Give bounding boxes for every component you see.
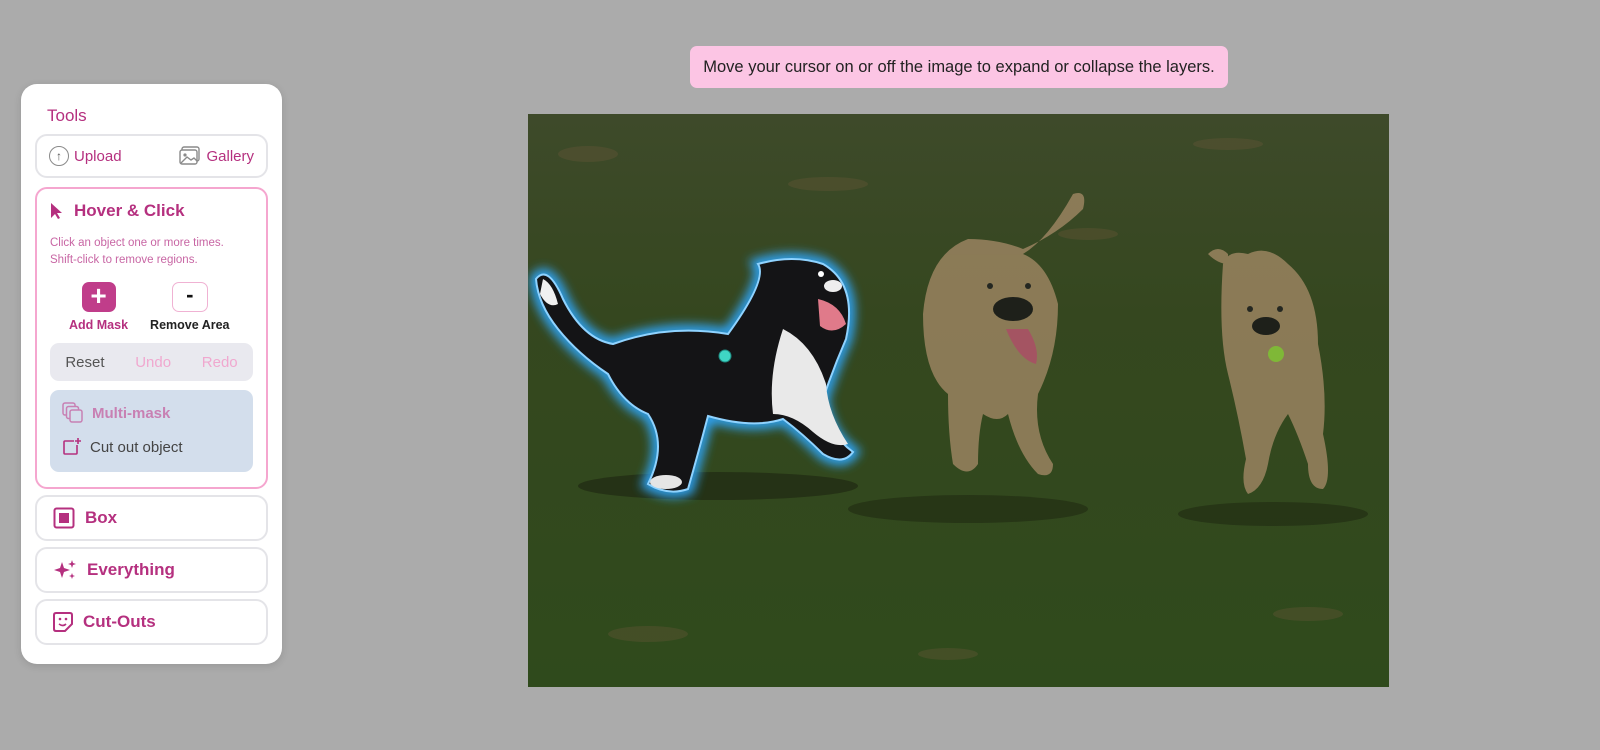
cutouts-tool-button[interactable]: Cut-Outs — [35, 599, 268, 645]
hover-click-hint: Click an object one or more times. Shift… — [50, 235, 253, 269]
hint-line-2: Shift-click to remove regions. — [50, 254, 198, 266]
mask-mode-row: + Add Mask - Remove Area — [50, 282, 253, 333]
instruction-banner: Move your cursor on or off the image to … — [690, 46, 1228, 88]
remove-area-button[interactable]: - Remove Area — [150, 282, 229, 332]
cutouts-tool-label: Cut-Outs — [83, 612, 156, 631]
cutout-object-label: Cut out object — [90, 438, 183, 456]
upload-icon: ↑ — [49, 146, 69, 166]
remove-area-label: Remove Area — [150, 318, 230, 332]
gallery-button[interactable]: Gallery — [179, 146, 254, 166]
photo-illustration — [528, 114, 1389, 687]
cutout-object-button[interactable]: Cut out object — [62, 437, 241, 457]
tools-panel: Tools ↑ Upload Gallery Hover & Click Cli… — [21, 84, 282, 664]
cursor-arrow-icon — [51, 203, 62, 219]
image-canvas[interactable] — [528, 114, 1389, 687]
hover-click-header: Hover & Click — [50, 201, 253, 221]
layers-icon — [62, 402, 83, 423]
minus-icon: - — [171, 282, 208, 312]
hover-click-card[interactable]: Hover & Click Click an object one or mor… — [35, 187, 268, 489]
click-point-marker — [718, 349, 732, 363]
plus-icon: + — [81, 282, 116, 312]
tools-title: Tools — [47, 106, 87, 125]
reset-button[interactable]: Reset — [65, 354, 104, 371]
sticker-icon — [53, 612, 73, 632]
upload-button[interactable]: ↑ Upload — [49, 146, 122, 166]
gallery-icon — [179, 146, 201, 165]
gallery-label: Gallery — [206, 147, 254, 165]
redo-button[interactable]: Redo — [202, 354, 238, 371]
everything-tool-label: Everything — [87, 560, 175, 579]
multimask-label: Multi-mask — [92, 404, 171, 422]
add-mask-button[interactable]: + Add Mask — [69, 282, 129, 333]
multimask-panel: Multi-mask Cut out object — [50, 390, 253, 472]
app-stage: Tools ↑ Upload Gallery Hover & Click Cli… — [0, 0, 1600, 750]
hover-click-title: Hover & Click — [74, 201, 185, 220]
upload-gallery-card: ↑ Upload Gallery — [35, 134, 268, 178]
square-icon — [53, 507, 75, 529]
undo-button[interactable]: Undo — [135, 354, 171, 371]
upload-label: Upload — [74, 147, 122, 165]
add-mask-label: Add Mask — [69, 318, 129, 332]
crop-add-icon — [63, 438, 81, 455]
box-tool-label: Box — [85, 508, 118, 527]
sparkles-icon — [54, 560, 76, 579]
box-tool-button[interactable]: Box — [35, 495, 268, 541]
history-bar: Reset Undo Redo — [50, 343, 253, 381]
hint-line-1: Click an object one or more times. — [50, 237, 224, 249]
multimask-toggle[interactable]: Multi-mask — [62, 402, 241, 424]
everything-tool-button[interactable]: Everything — [35, 547, 268, 593]
